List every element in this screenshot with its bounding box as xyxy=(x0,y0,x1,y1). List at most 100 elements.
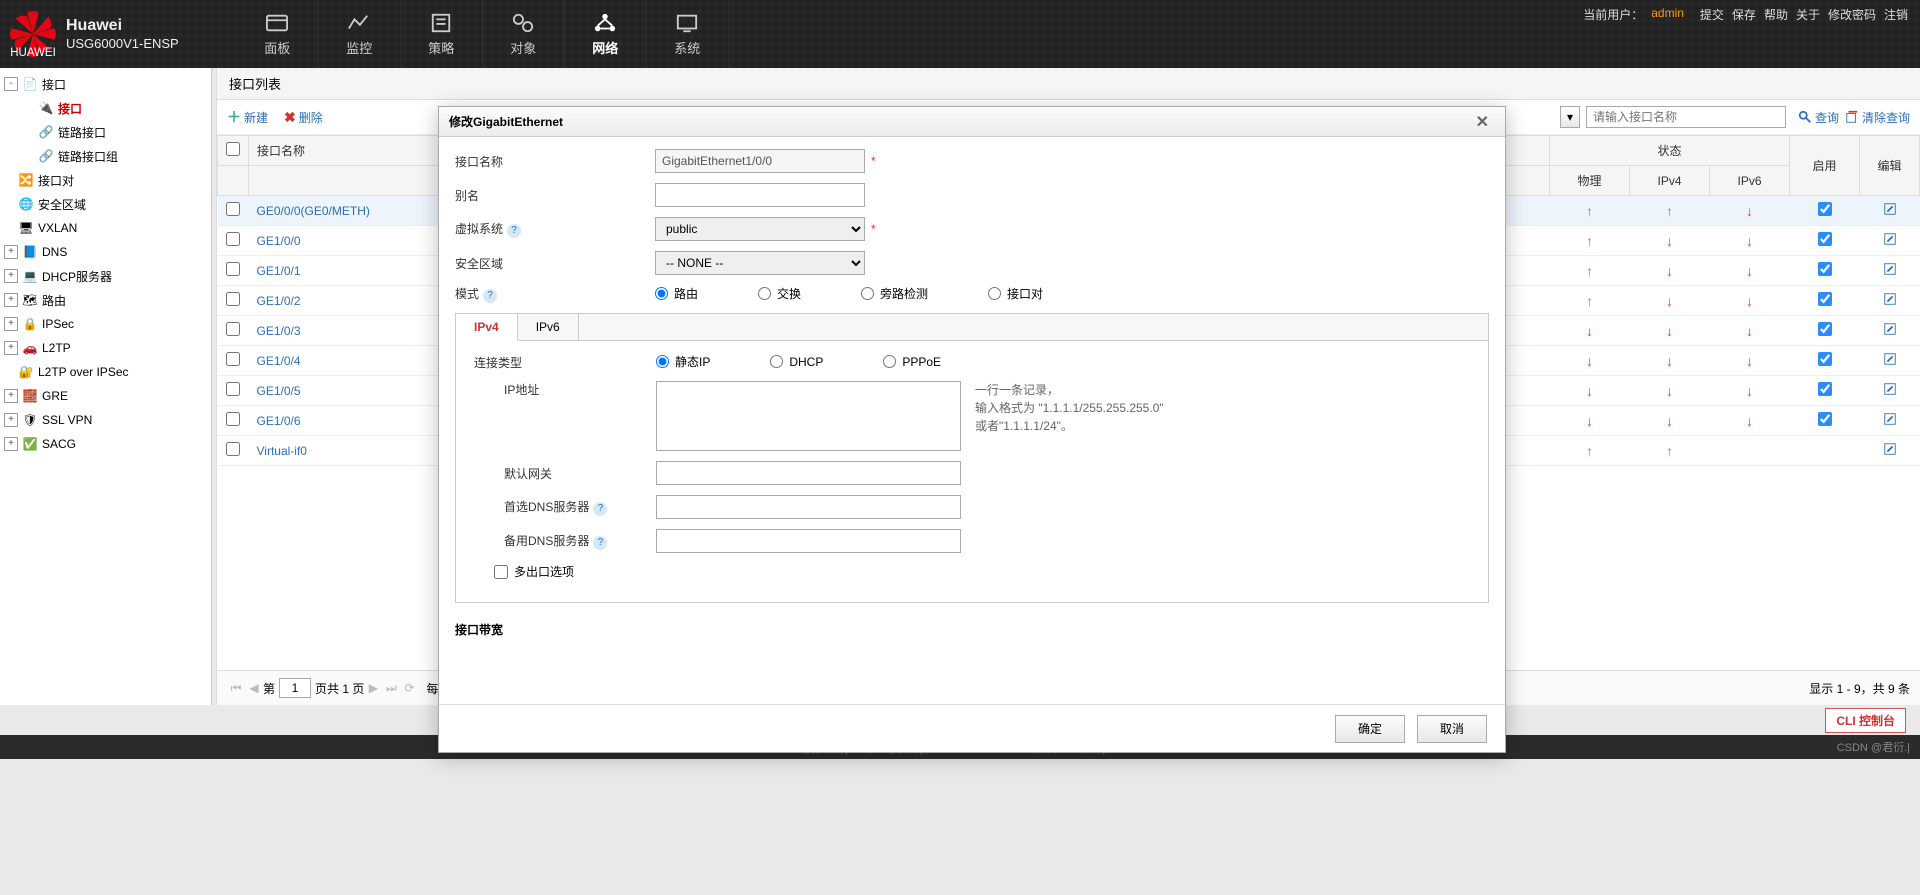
sidebar-item[interactable]: +🗺路由 xyxy=(0,288,211,312)
row-checkbox[interactable] xyxy=(226,442,240,456)
enable-checkbox[interactable] xyxy=(1818,262,1832,276)
enable-checkbox[interactable] xyxy=(1818,352,1832,366)
toplink-修改密码[interactable]: 修改密码 xyxy=(1828,8,1876,22)
topnav-monitor[interactable]: 监控 xyxy=(319,0,401,68)
toggle-icon[interactable]: + xyxy=(4,389,18,403)
row-checkbox[interactable] xyxy=(226,382,240,396)
topnav-network[interactable]: 网络 xyxy=(565,0,647,68)
last-page-button[interactable]: ⏭ xyxy=(383,680,399,696)
gw-input[interactable] xyxy=(656,461,961,485)
row-checkbox[interactable] xyxy=(226,412,240,426)
toggle-icon[interactable]: + xyxy=(4,437,18,451)
select-all-checkbox[interactable] xyxy=(226,142,240,156)
cancel-button[interactable]: 取消 xyxy=(1417,715,1487,743)
toplink-帮助[interactable]: 帮助 xyxy=(1764,8,1788,22)
sidebar-item[interactable]: 🌐安全区域 xyxy=(0,192,211,216)
edit-icon[interactable] xyxy=(1883,322,1897,336)
sidebar-item[interactable]: 🔗链路接口组 xyxy=(0,144,211,168)
next-page-button[interactable]: ▶ xyxy=(365,680,381,696)
vsys-select[interactable]: public xyxy=(655,217,865,241)
toggle-icon[interactable]: - xyxy=(4,77,18,91)
edit-icon[interactable] xyxy=(1883,352,1897,366)
delete-button[interactable]: ✖删除 xyxy=(284,109,323,126)
edit-icon[interactable] xyxy=(1883,202,1897,216)
edit-icon[interactable] xyxy=(1883,382,1897,396)
toggle-icon[interactable]: + xyxy=(4,341,18,355)
enable-checkbox[interactable] xyxy=(1818,292,1832,306)
topnav-dashboard[interactable]: 面板 xyxy=(237,0,319,68)
search-button[interactable]: 查询 xyxy=(1798,109,1839,126)
enable-checkbox[interactable] xyxy=(1818,322,1832,336)
topnav-object[interactable]: 对象 xyxy=(483,0,565,68)
sidebar-item[interactable]: +🔒IPSec xyxy=(0,312,211,336)
toplink-提交[interactable]: 提交 xyxy=(1700,8,1724,22)
ok-button[interactable]: 确定 xyxy=(1335,715,1405,743)
help-icon[interactable]: ? xyxy=(593,502,607,516)
row-checkbox[interactable] xyxy=(226,292,240,306)
dns2-input[interactable] xyxy=(656,529,961,553)
row-checkbox[interactable] xyxy=(226,232,240,246)
radio-option[interactable]: DHCP xyxy=(770,355,823,369)
cli-console-button[interactable]: CLI 控制台 xyxy=(1825,708,1906,733)
sidebar-item[interactable]: 🔌接口 xyxy=(0,96,211,120)
toplink-注销[interactable]: 注销 xyxy=(1884,8,1908,22)
sidebar-item[interactable]: -📄接口 xyxy=(0,72,211,96)
sidebar-item[interactable]: 🔐L2TP over IPSec xyxy=(0,360,211,384)
row-checkbox[interactable] xyxy=(226,262,240,276)
help-icon[interactable]: ? xyxy=(593,536,607,550)
sidebar-item[interactable]: 🔀接口对 xyxy=(0,168,211,192)
edit-icon[interactable] xyxy=(1883,442,1897,456)
help-icon[interactable]: ? xyxy=(507,224,521,238)
new-button[interactable]: ＋新建 xyxy=(227,107,268,127)
filter-dropdown[interactable]: ▾ xyxy=(1560,106,1580,128)
edit-icon[interactable] xyxy=(1883,412,1897,426)
clear-search-button[interactable]: 清除查询 xyxy=(1845,109,1910,126)
radio-option[interactable]: 路由 xyxy=(655,285,698,302)
sidebar-item[interactable]: +💻DHCP服务器 xyxy=(0,264,211,288)
alias-input[interactable] xyxy=(655,183,865,207)
radio-option[interactable]: PPPoE xyxy=(883,355,941,369)
sidebar-item[interactable]: 🖥VXLAN xyxy=(0,216,211,240)
toggle-icon[interactable]: + xyxy=(4,245,18,259)
sidebar-item[interactable]: +🚗L2TP xyxy=(0,336,211,360)
toplink-保存[interactable]: 保存 xyxy=(1732,8,1756,22)
toggle-icon[interactable]: + xyxy=(4,269,18,283)
page-input[interactable] xyxy=(279,678,311,698)
enable-checkbox[interactable] xyxy=(1818,412,1832,426)
ip-textarea[interactable] xyxy=(656,381,961,451)
enable-checkbox[interactable] xyxy=(1818,382,1832,396)
edit-icon[interactable] xyxy=(1883,292,1897,306)
tab-ipv6[interactable]: IPv6 xyxy=(518,314,579,340)
radio-option[interactable]: 接口对 xyxy=(988,285,1043,302)
toggle-icon[interactable]: + xyxy=(4,293,18,307)
radio-option[interactable]: 交换 xyxy=(758,285,801,302)
sidebar-item[interactable]: +🧱GRE xyxy=(0,384,211,408)
first-page-button[interactable]: ⏮ xyxy=(228,680,244,696)
enable-checkbox[interactable] xyxy=(1818,232,1832,246)
refresh-button[interactable]: ⟳ xyxy=(401,680,417,696)
edit-icon[interactable] xyxy=(1883,232,1897,246)
topnav-policy[interactable]: 策略 xyxy=(401,0,483,68)
radio-option[interactable]: 旁路检测 xyxy=(861,285,928,302)
tab-ipv4[interactable]: IPv4 xyxy=(456,314,518,341)
help-icon[interactable]: ? xyxy=(483,289,497,303)
toggle-icon[interactable]: + xyxy=(4,413,18,427)
sidebar-item[interactable]: 🔗链路接口 xyxy=(0,120,211,144)
row-checkbox[interactable] xyxy=(226,352,240,366)
sidebar-item[interactable]: +✅SACG xyxy=(0,432,211,456)
row-checkbox[interactable] xyxy=(226,322,240,336)
toggle-icon[interactable]: + xyxy=(4,317,18,331)
sidebar-item[interactable]: +🛡SSL VPN xyxy=(0,408,211,432)
row-checkbox[interactable] xyxy=(226,202,240,216)
toplink-关于[interactable]: 关于 xyxy=(1796,8,1820,22)
zone-select[interactable]: -- NONE -- xyxy=(655,251,865,275)
enable-checkbox[interactable] xyxy=(1818,202,1832,216)
radio-option[interactable]: 静态IP xyxy=(656,353,710,370)
close-icon[interactable]: ✕ xyxy=(1470,112,1495,132)
sidebar-item[interactable]: +📘DNS xyxy=(0,240,211,264)
multi-egress-checkbox[interactable]: 多出口选项 xyxy=(494,563,574,580)
topnav-system[interactable]: 系统 xyxy=(647,0,729,68)
search-input[interactable] xyxy=(1586,106,1786,128)
prev-page-button[interactable]: ◀ xyxy=(246,680,262,696)
dns1-input[interactable] xyxy=(656,495,961,519)
